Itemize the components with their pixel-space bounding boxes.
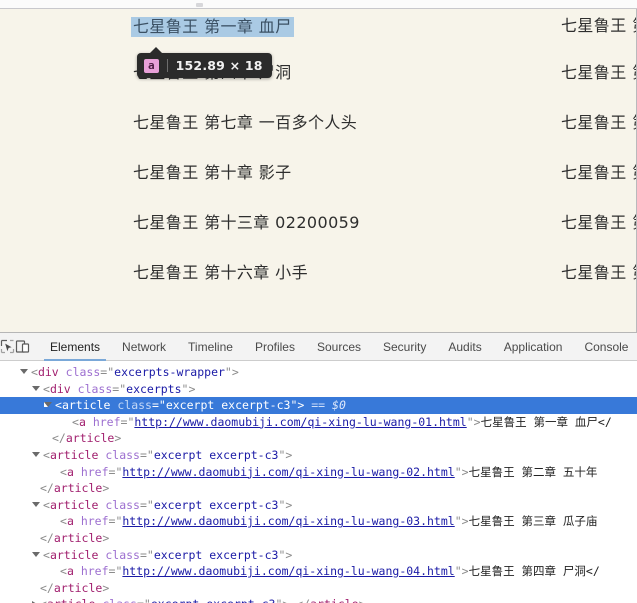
dom-tree[interactable]: <div class="excerpts-wrapper"> <div class…: [0, 361, 637, 603]
tab-network[interactable]: Network: [111, 333, 177, 361]
dom-row[interactable]: <div class="excerpts">: [0, 381, 637, 398]
tab-elements[interactable]: Elements: [39, 333, 111, 361]
tab-label: Security: [383, 339, 427, 354]
dom-row[interactable]: <article class="excerpt excerpt-c3">: [0, 497, 637, 514]
window-resize-handle[interactable]: [196, 3, 203, 7]
dom-row[interactable]: </article>: [0, 480, 637, 497]
chapter-link[interactable]: 七星鲁王 第: [561, 164, 636, 182]
excerpt-item[interactable]: 七星鲁王 第一章 血尸: [131, 9, 533, 59]
tab-label: Sources: [316, 339, 361, 354]
devtools-toolbar: Elements Network Timeline Profiles Sourc…: [0, 333, 637, 361]
tab-label: Console: [584, 339, 629, 354]
dom-row[interactable]: </article>: [0, 580, 637, 597]
dom-row[interactable]: </article>: [0, 530, 637, 547]
devtools-panel: Elements Network Timeline Profiles Sourc…: [0, 332, 637, 603]
chapter-link[interactable]: 七星鲁王 第十六章 小手: [133, 264, 308, 282]
chapter-link[interactable]: 七星鲁王 第: [561, 264, 636, 282]
devtools-screenshot: 七星鲁王 第一章 血尸 七星鲁王 第四章 尸洞 七星鲁王 第七章 一百多个人头 …: [0, 0, 637, 603]
dom-row[interactable]: <article class="excerpt excerpt-c3">: [0, 547, 637, 564]
tooltip-dimensions: 152.89 × 18: [175, 58, 263, 73]
tab-label: Application: [503, 339, 563, 354]
tab-security[interactable]: Security: [372, 333, 437, 361]
inspector-tooltip: a 152.89 × 18: [137, 47, 272, 78]
disclosure-triangle-icon[interactable]: [20, 369, 28, 374]
toggle-device-toolbar-icon[interactable]: [15, 334, 30, 360]
excerpts-wrapper: 七星鲁王 第一章 血尸 七星鲁王 第四章 尸洞 七星鲁王 第七章 一百多个人头 …: [0, 9, 636, 332]
inspect-element-icon[interactable]: [0, 334, 15, 360]
tab-console[interactable]: Console: [573, 333, 637, 361]
excerpt-item[interactable]: 七星鲁王 第十六章 小手: [133, 259, 533, 309]
chapter-link[interactable]: 七星鲁王 第: [561, 214, 636, 232]
chapter-link[interactable]: 七星鲁王 第十三章 02200059: [133, 214, 360, 232]
chapter-link[interactable]: 七星鲁王 第: [561, 17, 636, 35]
disclosure-triangle-icon[interactable]: [32, 451, 40, 457]
disclosure-triangle-icon[interactable]: [32, 385, 40, 391]
tab-label: Network: [122, 339, 167, 354]
browser-chrome-strip: [0, 0, 637, 9]
tab-audits[interactable]: Audits: [437, 333, 492, 361]
disclosure-triangle-icon[interactable]: [32, 501, 40, 507]
tooltip-separator: [166, 59, 168, 72]
excerpt-item[interactable]: 七星鲁王 第十章 影子: [133, 159, 533, 209]
dom-row[interactable]: <article class="excerpt excerpt-c3">…</a…: [0, 596, 637, 603]
dom-row[interactable]: <article class="excerpt excerpt-c3">: [0, 447, 637, 464]
dom-row-selected[interactable]: <article class="excerpt excerpt-c3"> == …: [0, 397, 637, 414]
tab-label: Timeline: [188, 339, 233, 354]
dom-row[interactable]: </article>: [0, 430, 637, 447]
dom-href-link[interactable]: http://www.daomubiji.com/qi-xing-lu-wang…: [122, 564, 454, 578]
tab-application[interactable]: Application: [493, 333, 574, 361]
dom-href-link[interactable]: http://www.daomubiji.com/qi-xing-lu-wang…: [122, 514, 454, 528]
dom-href-link[interactable]: http://www.daomubiji.com/qi-xing-lu-wang…: [122, 465, 454, 479]
excerpt-item[interactable]: 七星鲁王 第: [561, 259, 636, 309]
tab-timeline[interactable]: Timeline: [177, 333, 244, 361]
disclosure-triangle-icon[interactable]: [32, 551, 40, 557]
chapter-link[interactable]: 七星鲁王 第: [561, 64, 636, 82]
excerpt-item[interactable]: 七星鲁王 第十三章 02200059: [133, 209, 533, 259]
dom-row[interactable]: <a href="http://www.daomubiji.com/qi-xin…: [0, 464, 637, 481]
dom-href-link[interactable]: http://www.daomubiji.com/qi-xing-lu-wang…: [134, 415, 466, 429]
tooltip-tag-chip: a: [144, 58, 159, 73]
dom-row[interactable]: <a href="http://www.daomubiji.com/qi-xin…: [0, 563, 637, 580]
excerpt-item[interactable]: 七星鲁王 第: [561, 159, 636, 209]
page-viewport: 七星鲁王 第一章 血尸 七星鲁王 第四章 尸洞 七星鲁王 第七章 一百多个人头 …: [0, 9, 637, 332]
tab-label: Elements: [50, 339, 101, 354]
excerpt-item[interactable]: 七星鲁王 第: [561, 59, 636, 109]
tab-label: Profiles: [254, 339, 295, 354]
tab-label: Audits: [448, 339, 482, 354]
excerpt-item[interactable]: 七星鲁王 第: [561, 9, 636, 59]
tab-profiles[interactable]: Profiles: [244, 333, 306, 361]
devtools-tabbar: Elements Network Timeline Profiles Sourc…: [39, 333, 637, 361]
dom-row[interactable]: <a href="http://www.daomubiji.com/qi-xin…: [0, 513, 637, 530]
tooltip-arrow-icon: [149, 47, 163, 54]
excerpt-item[interactable]: 七星鲁王 第七章 一百多个人头: [133, 109, 533, 159]
disclosure-triangle-icon[interactable]: [44, 402, 52, 408]
dom-row[interactable]: <a href="http://www.daomubiji.com/qi-xin…: [0, 414, 637, 431]
excerpt-item[interactable]: 七星鲁王 第: [561, 109, 636, 159]
excerpts-column-right: 七星鲁王 第 七星鲁王 第 七星鲁王 第 七星鲁王 第 七星鲁王 第 七星鲁王 …: [561, 9, 636, 309]
dom-row[interactable]: <div class="excerpts-wrapper">: [0, 364, 637, 381]
chapter-link[interactable]: 七星鲁王 第十章 影子: [133, 164, 292, 182]
chapter-link[interactable]: 七星鲁王 第: [561, 114, 636, 132]
excerpt-item[interactable]: 七星鲁王 第: [561, 209, 636, 259]
tab-sources[interactable]: Sources: [306, 333, 372, 361]
chapter-link[interactable]: 七星鲁王 第七章 一百多个人头: [133, 114, 357, 132]
chapter-link-highlighted[interactable]: 七星鲁王 第一章 血尸: [131, 17, 294, 37]
